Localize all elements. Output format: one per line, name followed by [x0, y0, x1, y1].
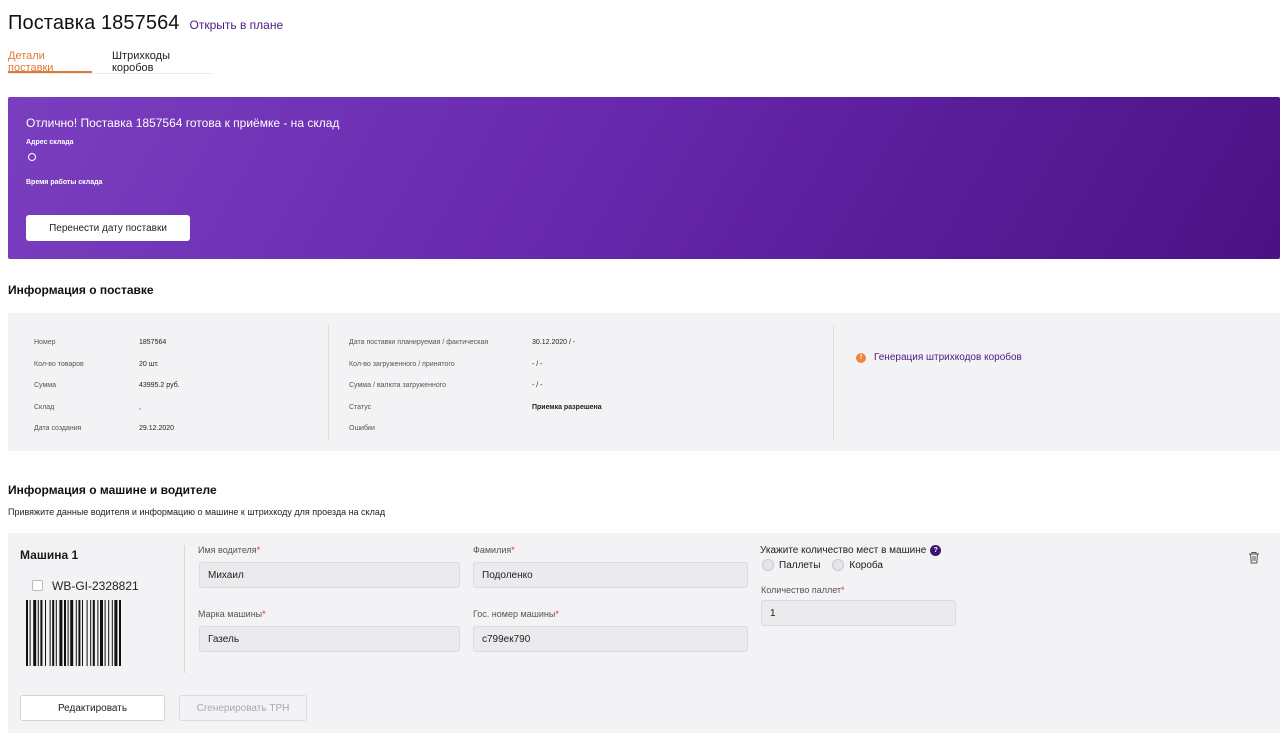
- car-brand-input[interactable]: [199, 626, 460, 652]
- car-brand-label: Марка машины*: [198, 609, 266, 619]
- banner-title: Отлично! Поставка 1857564 готова к приём…: [26, 116, 340, 130]
- page-header: Поставка 1857564 Открыть в плане: [8, 12, 283, 35]
- radio-icon: [762, 559, 774, 571]
- warehouse-address-label: Адрес склада: [26, 139, 74, 146]
- help-icon[interactable]: ?: [930, 545, 942, 556]
- car-panel: Машина 1 WB-GI-2328821 Имя водителя* Фам…: [8, 533, 1280, 733]
- location-pin-icon: [28, 153, 36, 161]
- status-banner: Отлично! Поставка 1857564 готова к приём…: [8, 97, 1280, 259]
- plate-input[interactable]: [473, 626, 748, 652]
- pallets-count-label: Количество паллет*: [761, 585, 845, 595]
- car-info-title: Информация о машине и водителе: [8, 483, 217, 497]
- driver-name-label: Имя водителя*: [198, 545, 261, 555]
- supply-info-panel: Номер 1857564 Кол-во товаров 20 шт. Сумма 4…: [8, 313, 1280, 451]
- car-name: Машина 1: [20, 548, 79, 562]
- info-column-3: ! Генерация штрихкодов коробов: [833, 325, 1280, 439]
- car-divider: [184, 545, 185, 673]
- supply-info-title: Информация о поставке: [8, 283, 154, 297]
- tab-box-barcodes[interactable]: Штрихкоды коробов: [112, 50, 213, 74]
- status-value: Приемка разрешена: [532, 404, 602, 411]
- radio-pallets[interactable]: Паллеты: [762, 559, 820, 571]
- surname-label: Фамилия*: [473, 545, 515, 555]
- radio-boxes[interactable]: Короба: [832, 559, 883, 571]
- car-code: WB-GI-2328821: [52, 579, 139, 593]
- edit-button[interactable]: Редактировать: [20, 695, 165, 721]
- tabs: Детали поставки Штрихкоды коробов: [8, 50, 213, 74]
- barcode-generation-label: Генерация штрихкодов коробов: [874, 352, 1022, 363]
- reschedule-button[interactable]: Перенести дату поставки: [26, 215, 190, 241]
- seat-type-radio-group: Паллеты Короба: [762, 559, 883, 571]
- warning-icon: !: [856, 352, 866, 363]
- info-column-1: Номер 1857564 Кол-во товаров 20 шт. Сумма 4…: [34, 339, 180, 432]
- page-title: Поставка 1857564: [8, 12, 180, 34]
- warehouse-hours-label: Время работы склада: [26, 179, 103, 186]
- plate-label: Гос. номер машины*: [473, 609, 559, 619]
- car-info-subtitle: Привяжите данные водителя и информацию о…: [8, 507, 386, 517]
- generate-trn-button: Сгенерировать ТРН: [179, 695, 307, 721]
- barcode-image: [26, 600, 121, 666]
- car-checkbox[interactable]: [32, 580, 43, 591]
- open-in-plan-link[interactable]: Открыть в плане: [190, 18, 284, 32]
- trash-icon[interactable]: [1248, 551, 1260, 564]
- tab-supply-details[interactable]: Детали поставки: [8, 50, 92, 74]
- barcode-generation-link[interactable]: ! Генерация штрихкодов коробов: [856, 352, 1022, 363]
- radio-icon: [832, 559, 845, 571]
- pallets-count-input[interactable]: [761, 600, 956, 626]
- info-column-2: Дата поставки планируемая / фактическая 3…: [328, 325, 833, 439]
- surname-input[interactable]: [473, 562, 748, 588]
- seats-label: Укажите количество мест в машине ?: [760, 545, 942, 556]
- driver-name-input[interactable]: [199, 562, 460, 588]
